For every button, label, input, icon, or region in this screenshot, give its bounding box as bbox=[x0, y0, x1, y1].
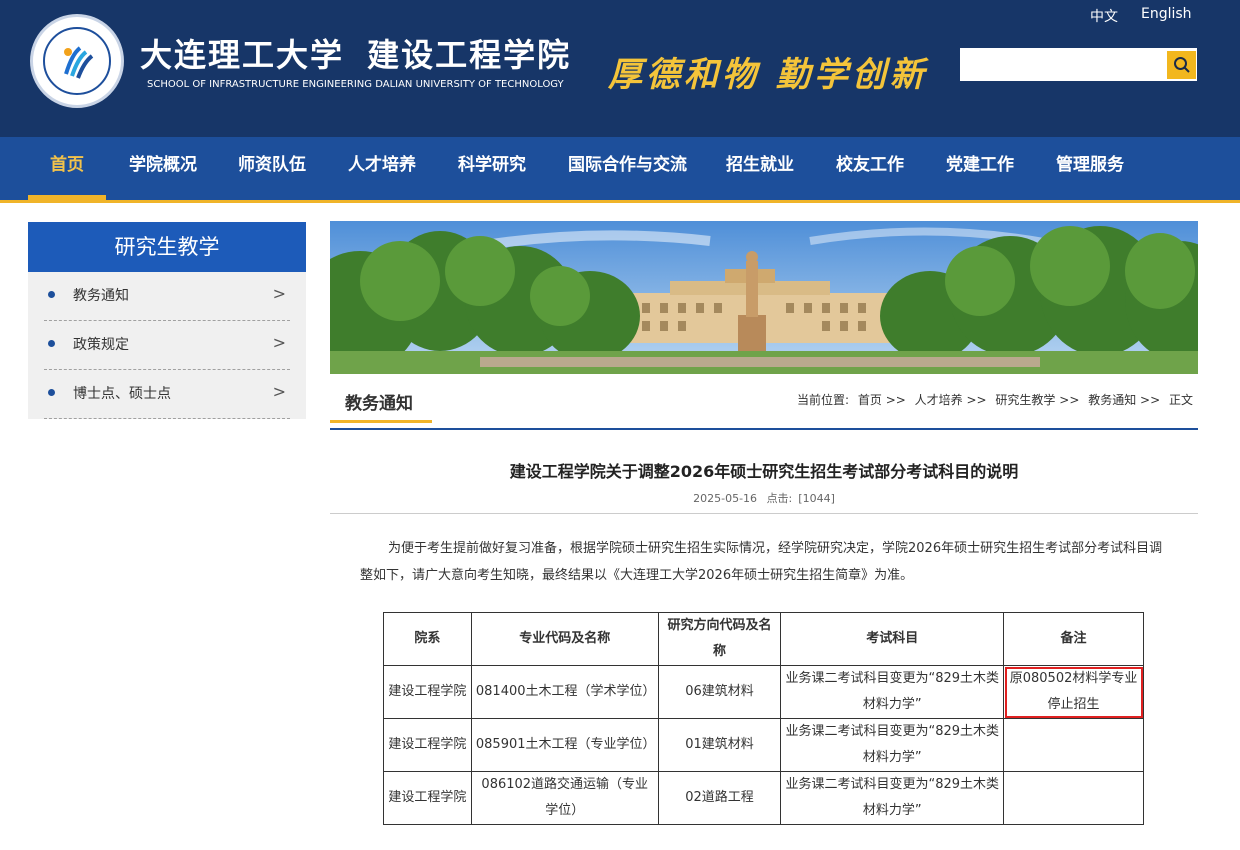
university-logo[interactable] bbox=[30, 14, 124, 108]
table-cell-major: 086102道路交通运输（专业学位） bbox=[470, 771, 659, 825]
section-divider bbox=[330, 428, 1198, 430]
chevron-right-icon: > bbox=[272, 382, 286, 401]
breadcrumb-education[interactable]: 人才培养 bbox=[915, 393, 963, 407]
sidebar-item-notices[interactable]: 教务通知 > bbox=[44, 272, 290, 321]
motto: 厚德和物 勤学创新 bbox=[608, 55, 928, 95]
table-header-cell: 专业代码及名称 bbox=[470, 612, 659, 666]
article-clicks-label: 点击: bbox=[766, 492, 793, 505]
article-date: 2025-05-16 bbox=[693, 492, 758, 505]
sidebar-item-label: 博士点、硕士点 bbox=[73, 386, 171, 402]
nav-international[interactable]: 国际合作与交流 bbox=[568, 137, 687, 200]
nav-admission[interactable]: 招生就业 bbox=[726, 137, 794, 200]
table-row: 建设工程学院 086102道路交通运输（专业学位） 02道路工程 业务课二考试科… bbox=[383, 771, 1144, 825]
breadcrumb-home[interactable]: 首页 bbox=[858, 393, 882, 407]
article-title: 建设工程学院关于调整2026年硕士研究生招生考试部分考试科目的说明 bbox=[509, 462, 1019, 481]
table-cell-remark bbox=[1003, 718, 1144, 772]
bullet-icon bbox=[48, 389, 55, 396]
breadcrumb-separator: >> bbox=[885, 393, 906, 407]
table-cell-direction: 02道路工程 bbox=[657, 771, 782, 825]
article-divider bbox=[330, 513, 1198, 514]
nav-bottom-strip bbox=[0, 200, 1240, 203]
article-clicks: [1044] bbox=[798, 492, 835, 505]
school-name-en: SCHOOL OF INFRASTRUCTURE ENGINEERING DAL… bbox=[147, 79, 564, 90]
breadcrumb-separator: >> bbox=[1140, 393, 1161, 407]
sidebar-title: 研究生教学 bbox=[28, 222, 306, 272]
search-input[interactable] bbox=[960, 48, 1197, 81]
section-title: 教务通知 bbox=[345, 394, 413, 414]
lang-en-link[interactable]: English bbox=[1141, 6, 1192, 22]
lang-zh-link[interactable]: 中文 bbox=[1090, 6, 1118, 26]
search-button[interactable] bbox=[1167, 51, 1196, 79]
sidebar-item-label: 教务通知 bbox=[73, 288, 129, 304]
table-cell-department: 建设工程学院 bbox=[383, 771, 472, 825]
school-name-cn: 大连理工大学 建设工程学院 bbox=[140, 30, 571, 76]
nav-services[interactable]: 管理服务 bbox=[1056, 137, 1124, 200]
sidebar-item-policies[interactable]: 政策规定 > bbox=[44, 321, 290, 370]
breadcrumb-prefix: 当前位置: bbox=[796, 393, 850, 407]
article-meta: 2025-05-16 点击: [1044] bbox=[330, 490, 1198, 506]
campus-banner-image bbox=[330, 221, 1198, 374]
table-cell-major: 081400土木工程（学术学位） bbox=[470, 665, 659, 719]
table-cell-department: 建设工程学院 bbox=[383, 718, 472, 772]
table-cell-remark-highlighted: 原080502材料学专业停止招生 bbox=[1003, 665, 1144, 719]
breadcrumb-current: 正文 bbox=[1168, 393, 1193, 407]
section-title-underline bbox=[330, 420, 432, 423]
table-cell-major: 085901土木工程（专业学位） bbox=[470, 718, 659, 772]
table-row: 建设工程学院 081400土木工程（学术学位） 06建筑材料 业务课二考试科目变… bbox=[383, 665, 1144, 719]
logo-ring bbox=[43, 27, 111, 95]
breadcrumb-separator: >> bbox=[1059, 393, 1080, 407]
nav-alumni[interactable]: 校友工作 bbox=[836, 137, 904, 200]
article-body: 为便于考生提前做好复习准备，根据学院硕士研究生招生实际情况，经学院研究决定，学院… bbox=[360, 541, 1163, 583]
table-cell-subject: 业务课二考试科目变更为“829土木类材料力学” bbox=[780, 771, 1005, 825]
nav-research[interactable]: 科学研究 bbox=[458, 137, 526, 200]
breadcrumb-graduate[interactable]: 研究生教学 bbox=[995, 393, 1055, 407]
breadcrumb-notices[interactable]: 教务通知 bbox=[1088, 393, 1136, 407]
table-header-cell: 备注 bbox=[1003, 612, 1144, 666]
table-cell-subject: 业务课二考试科目变更为“829土木类材料力学” bbox=[780, 718, 1005, 772]
chevron-right-icon: > bbox=[272, 284, 286, 303]
table-cell-direction: 01建筑材料 bbox=[657, 718, 782, 772]
table-header-cell: 考试科目 bbox=[780, 612, 1005, 666]
chevron-right-icon: > bbox=[272, 333, 286, 352]
table-header-row: 院系 专业代码及名称 研究方向代码及名称 考试科目 备注 bbox=[383, 612, 1144, 666]
bullet-icon bbox=[48, 291, 55, 298]
college-name: 建设工程学院 bbox=[367, 36, 572, 74]
sidebar-item-degree-programs[interactable]: 博士点、硕士点 > bbox=[44, 370, 290, 419]
main-nav: 首页 学院概况 师资队伍 人才培养 科学研究 国际合作与交流 招生就业 校友工作… bbox=[0, 137, 1240, 200]
sidebar-item-label: 政策规定 bbox=[73, 337, 129, 353]
table-cell-remark bbox=[1003, 771, 1144, 825]
nav-party[interactable]: 党建工作 bbox=[946, 137, 1014, 200]
nav-faculty[interactable]: 师资队伍 bbox=[238, 137, 306, 200]
breadcrumb-separator: >> bbox=[966, 393, 987, 407]
logo-emblem-icon bbox=[64, 46, 94, 79]
nav-home[interactable]: 首页 bbox=[50, 137, 84, 200]
table-header-cell: 院系 bbox=[383, 612, 472, 666]
table-row: 建设工程学院 085901土木工程（专业学位） 01建筑材料 业务课二考试科目变… bbox=[383, 718, 1144, 772]
table-cell-direction: 06建筑材料 bbox=[657, 665, 782, 719]
bullet-icon bbox=[48, 340, 55, 347]
table-header-cell: 研究方向代码及名称 bbox=[657, 612, 782, 666]
breadcrumb: 当前位置: 首页 >> 人才培养 >> 研究生教学 >> 教务通知 >> 正文 bbox=[797, 391, 1198, 408]
sidebar-menu: 教务通知 > 政策规定 > 博士点、硕士点 > bbox=[28, 272, 306, 419]
search-icon bbox=[1174, 57, 1190, 73]
nav-education[interactable]: 人才培养 bbox=[348, 137, 416, 200]
table-cell-department: 建设工程学院 bbox=[383, 665, 472, 719]
nav-about[interactable]: 学院概况 bbox=[129, 137, 197, 200]
table-cell-subject: 业务课二考试科目变更为“829土木类材料力学” bbox=[780, 665, 1005, 719]
university-name: 大连理工大学 bbox=[140, 36, 345, 74]
adjustment-table: 院系 专业代码及名称 研究方向代码及名称 考试科目 备注 建设工程学院 0814… bbox=[383, 612, 1144, 825]
site-header: 大连理工大学 建设工程学院 SCHOOL OF INFRASTRUCTURE E… bbox=[0, 0, 1240, 137]
